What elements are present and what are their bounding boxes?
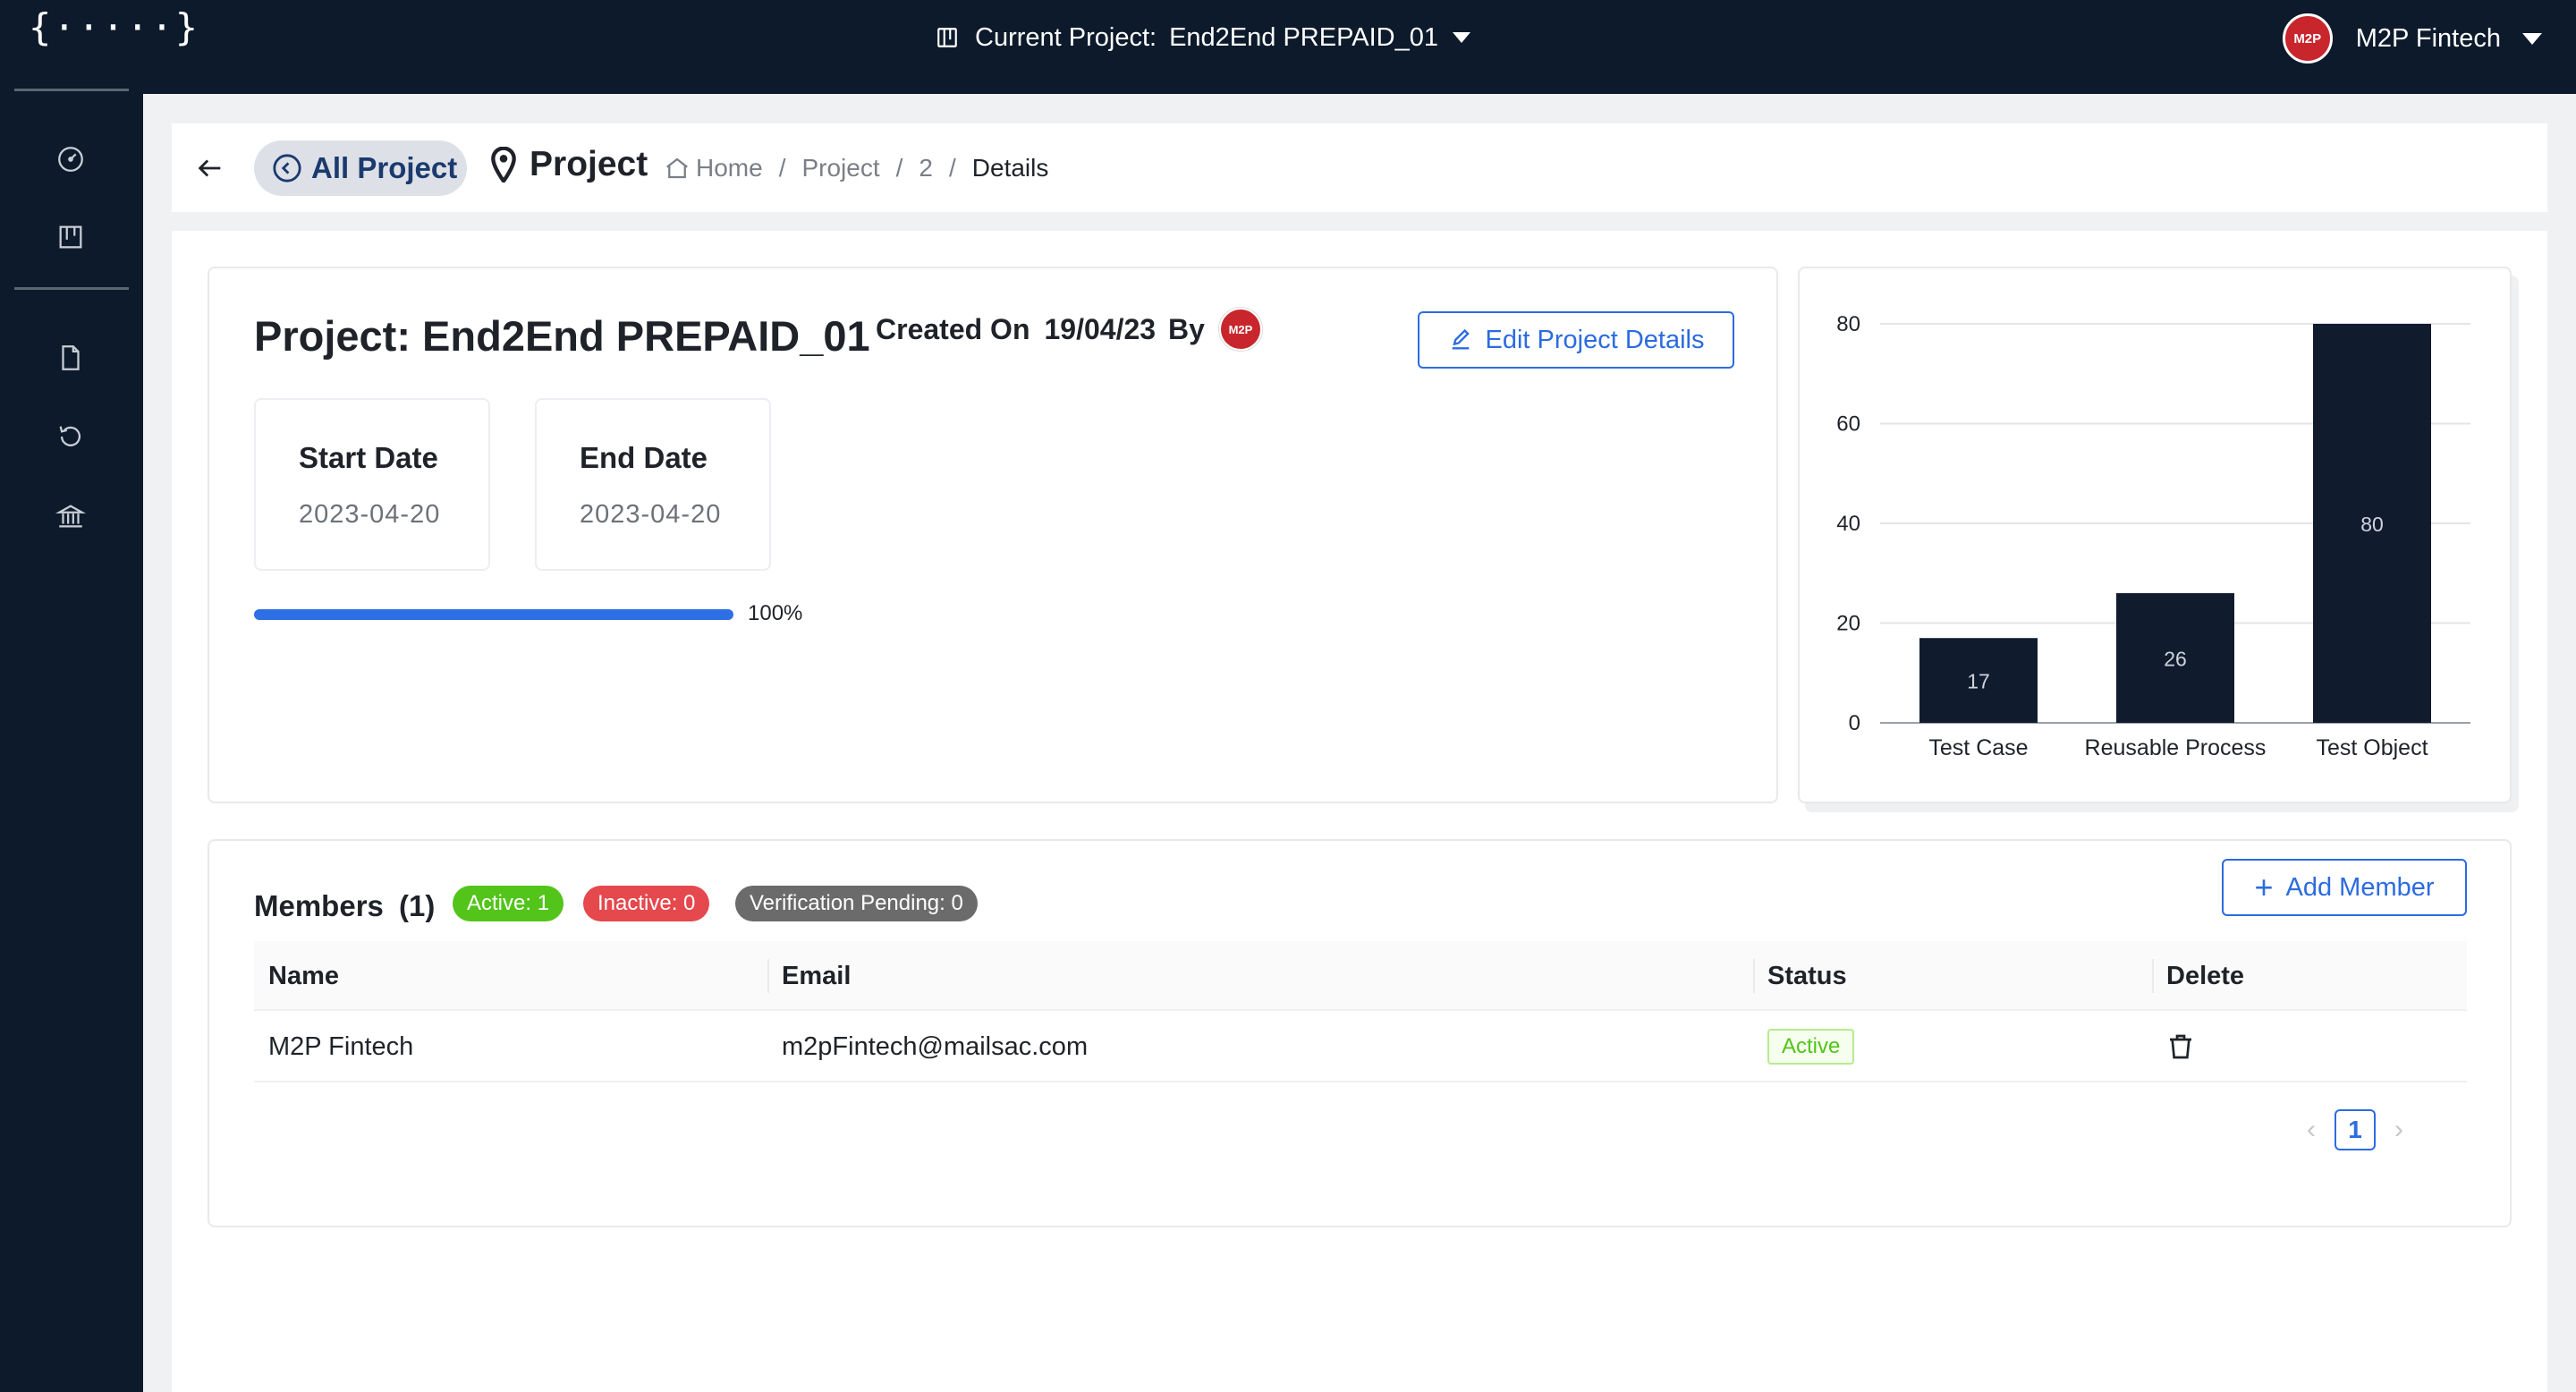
pending-badge: Verification Pending: 0 [735, 886, 978, 921]
end-date-value: 2023-04-20 [580, 500, 722, 529]
column-email: Email [767, 941, 851, 1011]
x-tick-label: Reusable Process [2085, 735, 2267, 760]
column-status: Status [1753, 941, 1847, 1011]
document-icon[interactable] [55, 343, 86, 373]
created-info: Created On 19/04/23 By M2P [876, 308, 1262, 351]
progress-bar [254, 609, 733, 620]
created-date: 19/04/23 [1044, 312, 1157, 345]
column-delete: Delete [2152, 941, 2244, 1011]
page-header: All Project Project Home / Project / 2 /… [172, 123, 2547, 212]
chevron-right-icon[interactable]: › [2381, 1115, 2417, 1145]
user-name: M2P Fintech [2355, 23, 2501, 53]
member-email: m2pFintech@mailsac.com [782, 1031, 1089, 1061]
board-icon [937, 28, 957, 47]
y-tick-label: 0 [1849, 711, 1860, 735]
progress-text: 100% [748, 601, 803, 625]
sidebar [0, 89, 143, 1392]
all-project-button[interactable]: All Project [254, 140, 467, 196]
member-delete [2152, 1011, 2195, 1082]
chevron-left-icon[interactable]: ‹ [2293, 1115, 2329, 1145]
plus-icon: + [2254, 869, 2274, 905]
caret-down-icon [2522, 32, 2542, 45]
table-row: M2P Fintech m2pFintech@mailsac.com Activ… [254, 1011, 2467, 1082]
page-title: Project [490, 145, 648, 184]
page-button[interactable]: 1 [2334, 1109, 2376, 1150]
board-icon[interactable] [55, 222, 86, 252]
breadcrumb: Home / Project / 2 / Details [664, 154, 1048, 182]
dashboard-icon[interactable] [55, 144, 86, 174]
data-label: 80 [2360, 513, 2384, 536]
data-label: 26 [2164, 648, 2187, 671]
breadcrumb-id[interactable]: 2 [919, 154, 933, 182]
y-tick-label: 80 [1836, 312, 1860, 336]
end-date-label: End Date [580, 441, 708, 474]
members-title: Members [254, 889, 384, 922]
created-by-label: By [1168, 312, 1205, 345]
inactive-badge: Inactive: 0 [583, 886, 710, 921]
edit-icon [1452, 328, 1470, 350]
home-icon [666, 157, 688, 179]
members-count: (1) [399, 889, 436, 922]
breadcrumb-current: Details [971, 154, 1049, 182]
edit-project-label: Edit Project Details [1485, 325, 1705, 354]
project-title: Project: End2End PREPAID_01 [254, 312, 870, 360]
sidebar-divider [14, 287, 129, 290]
current-project-selector[interactable]: Current Project: End2End PREPAID_01 [936, 20, 1471, 55]
data-label: 17 [1967, 670, 1990, 693]
progress-fill [254, 609, 733, 620]
y-tick-label: 40 [1836, 512, 1860, 536]
back-arrow-icon[interactable] [195, 153, 225, 183]
all-project-label: All Project [311, 151, 458, 184]
pagination: ‹ 1 › [2293, 1109, 2417, 1150]
summary-chart-card: 0 20 40 60 80 17 Test Case 26 Reusable Process 80… [1798, 267, 2512, 803]
end-date-card: End Date 2023-04-20 [535, 398, 771, 571]
edit-project-button[interactable]: Edit Project Details [1418, 311, 1734, 369]
member-status: Active [1753, 1011, 1855, 1082]
user-menu[interactable]: M2P M2P Fintech [2282, 13, 2542, 64]
x-tick-label: Test Object [2316, 735, 2428, 760]
top-bar: {·····} Current Project: End2End PREPAID… [0, 0, 2576, 94]
start-date-label: Start Date [299, 441, 438, 474]
current-project-name: End2End PREPAID_01 [1169, 22, 1439, 52]
bar-chart: 0 20 40 60 80 17 Test Case 26 Reusable Process 80… [1836, 312, 2470, 760]
app-logo[interactable]: {·····} [29, 5, 199, 49]
breadcrumb-project[interactable]: Project [801, 154, 879, 182]
member-name: M2P Fintech [268, 1031, 414, 1061]
y-tick-label: 20 [1836, 612, 1860, 636]
caret-down-icon [1453, 32, 1471, 43]
sidebar-divider [14, 89, 129, 91]
table-header: Name Email Status Delete [254, 941, 2467, 1011]
y-tick-label: 60 [1836, 412, 1860, 437]
breadcrumb-home[interactable]: Home [696, 154, 763, 182]
active-badge: Active: 1 [453, 886, 564, 921]
trash-icon[interactable] [2166, 1031, 2195, 1062]
chevron-left-circle-icon [273, 154, 301, 182]
members-card: Members (1) Active: 1 Inactive: 0 Verifi… [208, 839, 2512, 1227]
created-label: Created On [876, 312, 1030, 345]
bank-icon[interactable] [55, 501, 86, 531]
column-name: Name [268, 961, 339, 990]
status-badge: Active [1767, 1029, 1855, 1065]
page-title-text: Project [530, 145, 648, 183]
add-member-label: Add Member [2285, 872, 2435, 902]
start-date-value: 2023-04-20 [299, 500, 441, 529]
x-tick-label: Test Case [1928, 735, 2028, 760]
avatar: M2P [2282, 13, 2333, 64]
history-icon[interactable] [55, 421, 86, 452]
current-project-label: Current Project: [975, 22, 1157, 52]
start-date-card: Start Date 2023-04-20 [254, 398, 490, 571]
add-member-button[interactable]: + Add Member [2222, 859, 2467, 916]
location-pin-icon [491, 147, 516, 182]
members-table: Name Email Status Delete M2P Fintech m2p… [254, 941, 2467, 1082]
project-details-card: Project: End2End PREPAID_01 Created On 1… [208, 267, 1778, 803]
avatar: M2P [1218, 308, 1262, 351]
